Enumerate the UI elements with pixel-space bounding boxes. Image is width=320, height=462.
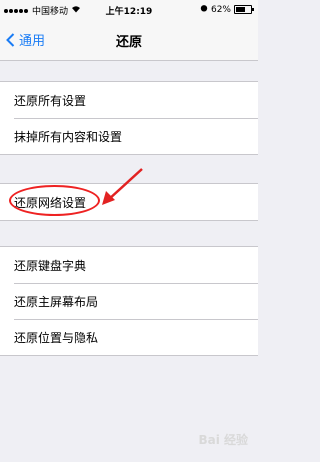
reset-location-privacy[interactable]: 还原位置与隐私 xyxy=(0,319,258,355)
annotation-arrow-icon xyxy=(102,168,143,205)
reset-home-screen-layout[interactable]: 还原主屏幕布局 xyxy=(0,283,258,319)
erase-all-content-and-settings[interactable]: 抹掉所有内容和设置 xyxy=(0,118,258,154)
row-label: 还原所有设置 xyxy=(14,93,87,108)
reset-all-settings[interactable]: 还原所有设置 xyxy=(0,82,258,118)
watermark: Bai 经验 xyxy=(198,433,248,447)
alarm-icon xyxy=(200,4,208,15)
annotation-circle xyxy=(9,185,100,216)
reset-keyboard-dictionary[interactable]: 还原键盘字典 xyxy=(0,247,258,283)
status-bar: 中国移动 上午12:19 62% xyxy=(0,0,258,20)
reset-group-1: 还原所有设置 抹掉所有内容和设置 xyxy=(0,81,258,155)
navigation-bar: 通用 还原 xyxy=(0,20,258,61)
row-label: 还原键盘字典 xyxy=(14,258,87,273)
page-title: 还原 xyxy=(115,35,142,50)
battery-icon xyxy=(234,5,254,14)
row-label: 抹掉所有内容和设置 xyxy=(14,129,123,144)
row-label: 还原主屏幕布局 xyxy=(14,294,99,309)
row-label: 还原位置与隐私 xyxy=(14,330,99,345)
battery-percent: 62% xyxy=(210,4,231,15)
status-right: 62% xyxy=(200,4,254,15)
reset-group-3: 还原键盘字典 还原主屏幕布局 还原位置与隐私 xyxy=(0,246,258,356)
